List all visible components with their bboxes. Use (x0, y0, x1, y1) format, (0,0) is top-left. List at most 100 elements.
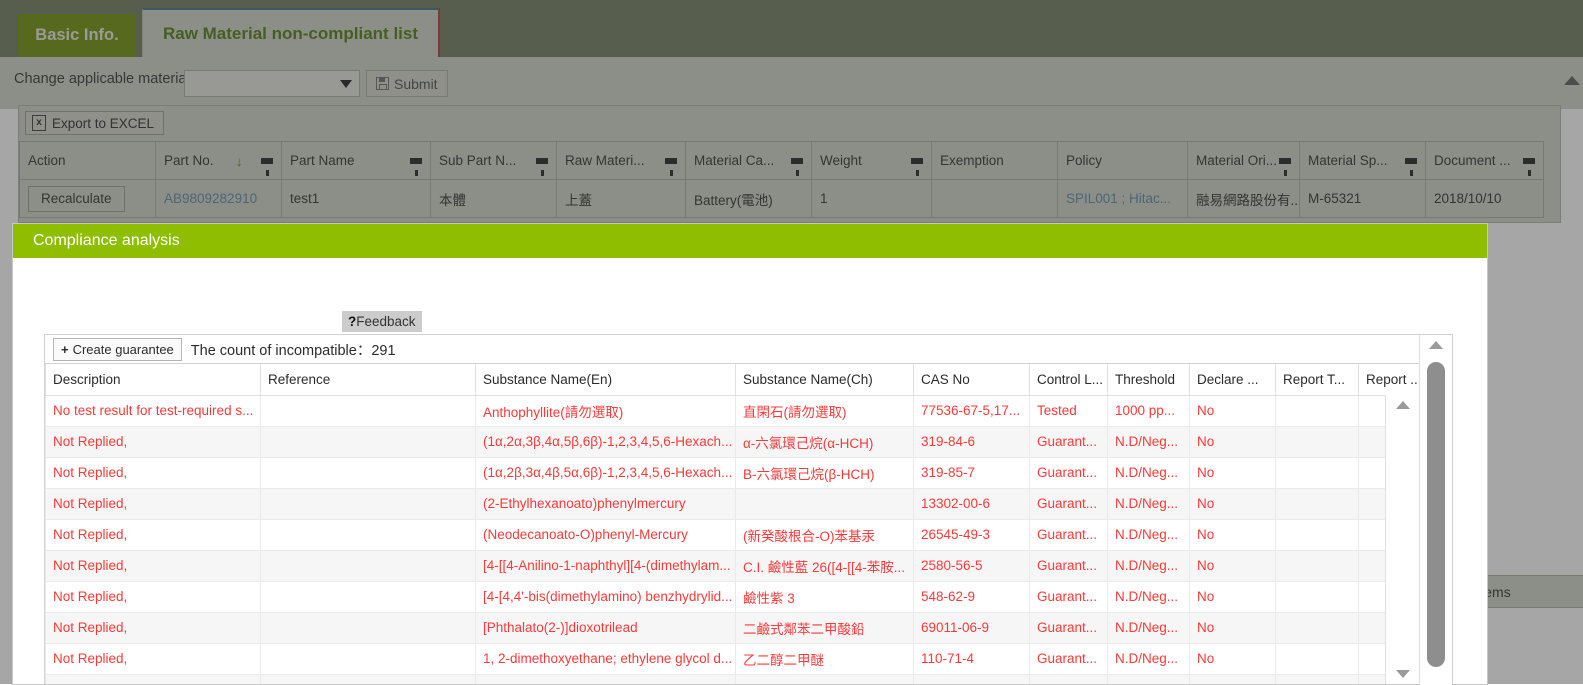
raw-material-table: Action Part No. ↓ Part Name Sub Part N..… (19, 141, 1544, 218)
cell-cas-no: 13302-00-6 (914, 488, 1030, 519)
policy-link[interactable]: SPIL001 ; Hitac... (1066, 191, 1171, 206)
table-row[interactable]: Not Replied, [Phthalato(2-)]dioxotrilead… (46, 612, 1422, 643)
col-substance-name-ch[interactable]: Substance Name(Ch) (736, 364, 914, 395)
cell-declare: No (1190, 395, 1276, 426)
excel-icon: x (32, 115, 46, 131)
col-report-other[interactable]: Report .. (1359, 364, 1422, 395)
table-row[interactable]: Not Replied, [4-[[4-Anilino-1-naphthyl][… (46, 550, 1422, 581)
filter-icon[interactable] (536, 158, 548, 164)
submit-button[interactable]: Submit (366, 70, 448, 97)
col-substance-name-en[interactable]: Substance Name(En) (476, 364, 736, 395)
col-part-name[interactable]: Part Name (282, 142, 431, 180)
cell-declare: No (1190, 550, 1276, 581)
col-description[interactable]: Description (46, 364, 261, 395)
cell-substance-ch: α-六氯環己烷(α-HCH) (736, 426, 914, 457)
export-to-excel-button[interactable]: x Export to EXCEL (25, 111, 164, 135)
cell-control-level: Guarant... (1030, 550, 1108, 581)
cell-declare: No (1190, 426, 1276, 457)
cell-control-level: Guarant... (1030, 457, 1108, 488)
cell-description: No test result for test-required s... (46, 395, 261, 426)
cell-reference (261, 643, 476, 674)
create-guarantee-button[interactable]: + Create guarantee (53, 338, 182, 361)
table-row[interactable]: Not Replied, [4-[4,4'-bis(dimethylamino)… (46, 581, 1422, 612)
cell-description: Not Replied, (46, 674, 261, 684)
filter-icon[interactable] (911, 158, 923, 164)
col-weight[interactable]: Weight (812, 142, 932, 180)
cell-material-origin: 融易網路股份有... (1188, 180, 1300, 218)
filter-icon[interactable] (261, 158, 273, 164)
feedback-button[interactable]: ?Feedback (342, 311, 422, 332)
save-icon (376, 77, 389, 90)
substances-vertical-scrollbar[interactable] (1385, 395, 1419, 684)
cell-cas-no: 319-84-6 (914, 426, 1030, 457)
cell-material-supplier: M-65321 (1300, 180, 1426, 218)
filter-icon[interactable] (1279, 158, 1291, 164)
col-raw-material[interactable]: Raw Materi... (557, 142, 686, 180)
col-material-category-label: Material Ca... (694, 153, 774, 168)
cell-declare: No (1190, 457, 1276, 488)
scrollbar-thumb[interactable] (1427, 362, 1445, 667)
scroll-down-arrow-icon[interactable] (1396, 670, 1410, 678)
substances-body: No test result for test-required s... An… (46, 395, 1422, 684)
col-threshold[interactable]: Threshold (1108, 364, 1190, 395)
cell-substance-en: 1,1,2,2-Tetrocholoroethane (476, 674, 736, 684)
table-row[interactable]: Not Replied, 1, 2-dimethoxyethane; ethyl… (46, 643, 1422, 674)
col-exemption[interactable]: Exemption (932, 142, 1058, 180)
cell-report-type (1276, 550, 1359, 581)
cell-report-type (1276, 457, 1359, 488)
cell-description: Not Replied, (46, 457, 261, 488)
cell-control-level: Guarant... (1030, 426, 1108, 457)
part-no-link[interactable]: AB9809282910 (164, 191, 257, 206)
col-report-type[interactable]: Report T... (1276, 364, 1359, 395)
col-material-supplier[interactable]: Material Sp... (1300, 142, 1426, 180)
col-document-date[interactable]: Document ... (1426, 142, 1544, 180)
recalculate-button[interactable]: Recalculate (28, 186, 125, 212)
table-row[interactable]: No test result for test-required s... An… (46, 395, 1422, 426)
table-row[interactable]: Not Replied, (Neodecanoato-O)phenyl-Merc… (46, 519, 1422, 550)
table-row[interactable]: Recalculate AB9809282910 test1 本體 上蓋 Bat… (20, 180, 1544, 218)
cell-reference (261, 674, 476, 684)
cell-threshold: N.D/Neg... (1108, 426, 1190, 457)
filter-icon[interactable] (1405, 158, 1417, 164)
cell-substance-en: (1α,2β,3α,4β,5α,6β)-1,2,3,4,5,6-Hexach..… (476, 457, 736, 488)
filter-icon[interactable] (791, 158, 803, 164)
table-row[interactable]: Not Replied, (1α,2α,3β,4α,5β,6β)-1,2,3,4… (46, 426, 1422, 457)
table-row[interactable]: Not Replied, (2-Ethylhexanoato)phenylmer… (46, 488, 1422, 519)
table-row[interactable]: Not Replied, (1α,2β,3α,4β,5α,6β)-1,2,3,4… (46, 457, 1422, 488)
table-row[interactable]: Not Replied, 1,1,2,2-Tetrocholoroethane … (46, 674, 1422, 684)
cell-reference (261, 488, 476, 519)
col-material-category[interactable]: Material Ca... (686, 142, 812, 180)
scroll-up-arrow-icon[interactable] (1396, 401, 1410, 409)
col-reference[interactable]: Reference (261, 364, 476, 395)
cell-report-type (1276, 426, 1359, 457)
sort-desc-icon[interactable]: ↓ (236, 153, 243, 169)
cell-control-level: Tested (1030, 395, 1108, 426)
filter-icon[interactable] (410, 158, 422, 164)
cell-threshold: N.D/Neg... (1108, 550, 1190, 581)
cell-substance-en: [Phthalato(2-)]dioxotrilead (476, 612, 736, 643)
scroll-up-arrow-icon[interactable] (1429, 341, 1443, 349)
col-control-level[interactable]: Control L... (1030, 364, 1108, 395)
panel-vertical-scrollbar[interactable] (1419, 335, 1452, 685)
cell-substance-en: [4-[[4-Anilino-1-naphthyl][4-(dimethylam… (476, 550, 736, 581)
applicable-material-select[interactable] (184, 70, 360, 97)
cell-weight: 1 (812, 180, 932, 218)
filter-icon[interactable] (665, 158, 677, 164)
grid-scroll-up-arrow[interactable] (1564, 76, 1580, 85)
substances-grid: Description Reference Substance Name(En)… (45, 364, 1452, 684)
tab-basic-info[interactable]: Basic Info. (18, 14, 136, 57)
col-cas-no[interactable]: CAS No (914, 364, 1030, 395)
col-action[interactable]: Action (20, 142, 156, 180)
col-policy[interactable]: Policy (1058, 142, 1188, 180)
col-declare[interactable]: Declare ... (1190, 364, 1276, 395)
col-material-origin-label: Material Ori... (1196, 153, 1277, 168)
cell-description: Not Replied, (46, 612, 261, 643)
cell-description: Not Replied, (46, 426, 261, 457)
tab-raw-material[interactable]: Raw Material non-compliant list (142, 8, 440, 57)
dialog-body: ?Feedback + Create guarantee The count o… (13, 258, 1487, 684)
cell-cas-no: 110-71-4 (914, 643, 1030, 674)
col-part-no[interactable]: Part No. ↓ (156, 142, 282, 180)
col-sub-part-name[interactable]: Sub Part N... (431, 142, 557, 180)
col-material-origin[interactable]: Material Ori... (1188, 142, 1300, 180)
filter-icon[interactable] (1523, 158, 1535, 164)
